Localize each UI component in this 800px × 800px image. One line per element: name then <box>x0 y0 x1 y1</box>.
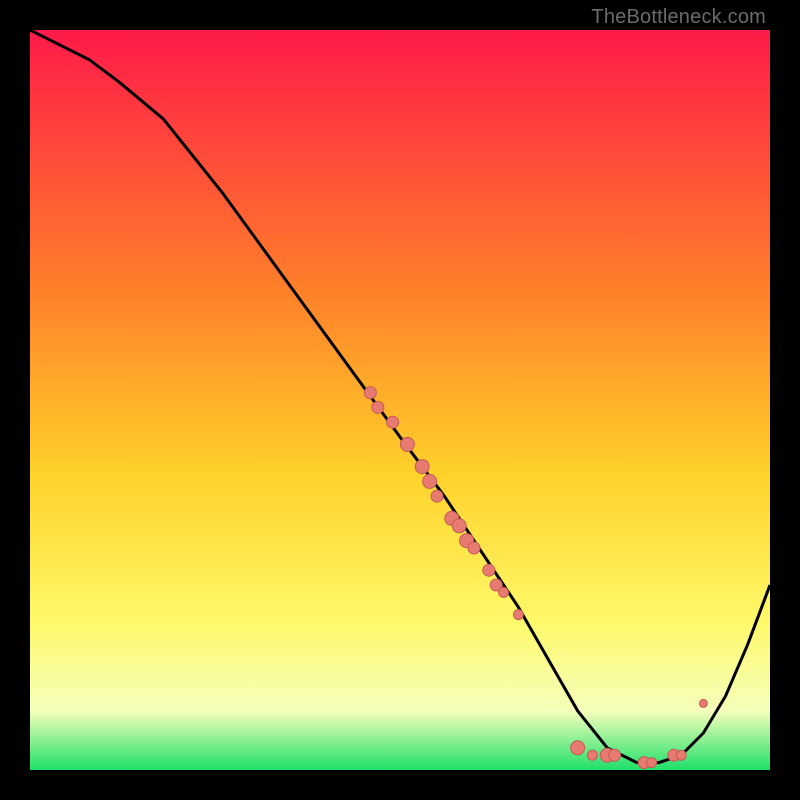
data-point <box>571 741 585 755</box>
data-point <box>415 460 429 474</box>
data-point <box>452 519 466 533</box>
data-point <box>676 750 686 760</box>
data-point <box>468 542 480 554</box>
data-point <box>364 387 376 399</box>
chart-svg <box>30 30 770 770</box>
data-point <box>483 564 495 576</box>
data-point <box>699 699 707 707</box>
bottleneck-curve <box>30 30 770 763</box>
plot-area <box>30 30 770 770</box>
data-point <box>609 749 621 761</box>
data-point <box>499 587 509 597</box>
data-point <box>647 758 657 768</box>
data-point <box>372 401 384 413</box>
data-point <box>431 490 443 502</box>
data-point <box>387 416 399 428</box>
data-point <box>423 474 437 488</box>
data-point <box>513 610 523 620</box>
data-points <box>364 387 707 769</box>
data-point <box>587 750 597 760</box>
data-point <box>400 437 414 451</box>
watermark-text: TheBottleneck.com <box>591 6 766 29</box>
chart-frame: TheBottleneck.com <box>0 0 800 800</box>
